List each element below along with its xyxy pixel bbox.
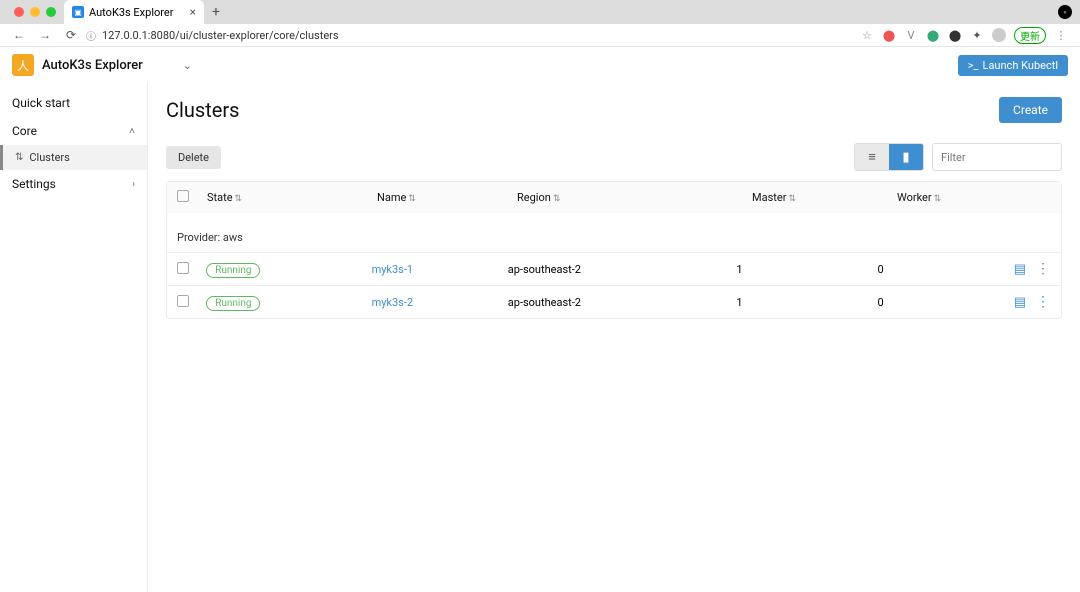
browser-chrome: ▣ AutoK3s Explorer × + ◦ ← → ⟳ ⓘ 127.0.0… xyxy=(0,0,1080,47)
extension-pocket-icon[interactable]: ⬤ xyxy=(948,28,962,42)
browser-toolbar: ← → ⟳ ⓘ 127.0.0.1:8080/ui/cluster-explor… xyxy=(0,24,1080,47)
table-header-row: State⇅ Name⇅ Region⇅ Master⇅ Worker⇅ xyxy=(167,182,1061,213)
browser-menu-icon[interactable]: ⋮ xyxy=(1054,28,1068,42)
row-checkbox[interactable] xyxy=(177,262,189,274)
sort-icon: ⇅ xyxy=(408,194,416,204)
main-content: Clusters Create Delete ≡ ▮ State⇅ Name⇅ … xyxy=(148,83,1080,592)
launch-kubectl-label: Launch Kubectl xyxy=(983,59,1058,72)
app-header: 人 AutoK3s Explorer ⌄ >_ Launch Kubectl xyxy=(0,47,1080,83)
group-label-prefix: Provider: xyxy=(177,231,223,244)
address-bar[interactable]: ⓘ 127.0.0.1:8080/ui/cluster-explorer/cor… xyxy=(86,28,856,43)
view-toggle: ≡ ▮ xyxy=(854,143,924,171)
sidebar-item-core[interactable]: Core ˄ xyxy=(0,117,147,145)
group-view-button[interactable]: ▮ xyxy=(889,144,923,170)
extension-icons: ☆ ⬤ V ⬤ ⬤ ✦ 更新 ⋮ xyxy=(860,27,1072,44)
clusters-table: State⇅ Name⇅ Region⇅ Master⇅ Worker⇅ Pro… xyxy=(166,181,1062,319)
sidebar-item-settings[interactable]: Settings › xyxy=(0,170,147,198)
tab-title: AutoK3s Explorer xyxy=(89,6,173,19)
row-menu-icon[interactable]: ⋮ xyxy=(1036,261,1051,277)
app-title: AutoK3s Explorer xyxy=(42,58,143,73)
toolbar: Delete ≡ ▮ xyxy=(166,143,1062,171)
select-all-checkbox[interactable] xyxy=(177,190,189,202)
browser-badge-icon[interactable]: ◦ xyxy=(1058,5,1072,19)
back-button[interactable]: ← xyxy=(8,26,30,44)
window-minimize-icon[interactable] xyxy=(30,7,40,17)
column-header-region[interactable]: Region⇅ xyxy=(517,191,752,204)
adjust-icon: ⇅ xyxy=(15,152,23,163)
folder-icon: ▮ xyxy=(902,150,909,165)
profile-avatar-icon[interactable] xyxy=(992,28,1006,42)
filter-input[interactable] xyxy=(932,143,1062,171)
region-cell: ap-southeast-2 xyxy=(508,296,581,309)
state-badge: Running xyxy=(206,296,260,311)
list-view-button[interactable]: ≡ xyxy=(855,144,889,170)
table-row: Running myk3s-2 ap-southeast-2 1 0 ▤ ⋮ xyxy=(167,285,1061,318)
row-menu-icon[interactable]: ⋮ xyxy=(1036,294,1051,310)
window-maximize-icon[interactable] xyxy=(46,7,56,17)
sidebar-item-clusters[interactable]: ⇅ Clusters xyxy=(0,145,147,170)
column-header-name[interactable]: Name⇅ xyxy=(377,191,517,204)
worker-cell: 0 xyxy=(878,263,884,276)
sidebar-item-label: Clusters xyxy=(29,151,69,164)
delete-button[interactable]: Delete xyxy=(166,146,221,169)
forward-button[interactable]: → xyxy=(34,26,56,44)
sidebar-item-label: Settings xyxy=(12,177,56,191)
extension-adblock-icon[interactable]: ⬤ xyxy=(882,28,896,42)
region-cell: ap-southeast-2 xyxy=(508,263,581,276)
tab-strip: ▣ AutoK3s Explorer × + ◦ xyxy=(0,0,1080,24)
explorer-icon[interactable]: ▤ xyxy=(1014,262,1026,277)
sidebar-item-label: Quick start xyxy=(12,96,70,110)
column-header-master[interactable]: Master⇅ xyxy=(752,191,897,204)
group-header: Provider: aws xyxy=(167,213,1061,252)
window-controls xyxy=(6,7,64,17)
site-info-icon[interactable]: ⓘ xyxy=(86,28,96,43)
extension-chat-icon[interactable]: ⬤ xyxy=(926,28,940,42)
sort-icon: ⇅ xyxy=(553,194,561,204)
cluster-name-link[interactable]: myk3s-1 xyxy=(372,263,414,276)
column-header-state[interactable]: State⇅ xyxy=(207,191,377,204)
terminal-icon: >_ xyxy=(968,59,979,72)
chevron-right-icon: › xyxy=(132,179,135,190)
row-checkbox[interactable] xyxy=(177,295,189,307)
tab-close-icon[interactable]: × xyxy=(190,5,196,19)
browser-update-button[interactable]: 更新 xyxy=(1014,27,1046,44)
list-icon: ≡ xyxy=(868,149,876,165)
sort-icon: ⇅ xyxy=(788,194,796,204)
window-close-icon[interactable] xyxy=(14,7,24,17)
app-switcher-chevron-icon[interactable]: ⌄ xyxy=(183,59,192,72)
extensions-puzzle-icon[interactable]: ✦ xyxy=(970,28,984,42)
master-cell: 1 xyxy=(736,296,742,309)
sidebar-item-quickstart[interactable]: Quick start xyxy=(0,89,147,117)
chevron-up-icon: ˄ xyxy=(129,126,135,137)
reload-button[interactable]: ⟳ xyxy=(60,26,82,44)
table-row: Running myk3s-1 ap-southeast-2 1 0 ▤ ⋮ xyxy=(167,252,1061,285)
create-button[interactable]: Create xyxy=(999,97,1062,123)
new-tab-button[interactable]: + xyxy=(204,4,228,20)
state-badge: Running xyxy=(206,263,260,278)
sort-icon: ⇅ xyxy=(235,194,243,204)
extension-vimium-icon[interactable]: V xyxy=(904,28,918,42)
launch-kubectl-button[interactable]: >_ Launch Kubectl xyxy=(958,55,1068,76)
sidebar: Quick start Core ˄ ⇅ Clusters Settings › xyxy=(0,83,148,592)
column-header-worker[interactable]: Worker⇅ xyxy=(897,191,1037,204)
master-cell: 1 xyxy=(736,263,742,276)
page-title: Clusters xyxy=(166,98,239,122)
tab-favicon-icon: ▣ xyxy=(72,6,84,18)
sidebar-item-label: Core xyxy=(12,124,37,138)
explorer-icon[interactable]: ▤ xyxy=(1014,295,1026,310)
url-text: 127.0.0.1:8080/ui/cluster-explorer/core/… xyxy=(102,29,339,42)
worker-cell: 0 xyxy=(878,296,884,309)
cluster-name-link[interactable]: myk3s-2 xyxy=(372,296,414,309)
sort-icon: ⇅ xyxy=(934,194,942,204)
bookmark-star-icon[interactable]: ☆ xyxy=(860,28,874,42)
browser-tab[interactable]: ▣ AutoK3s Explorer × xyxy=(64,0,204,24)
group-value: aws xyxy=(223,231,243,244)
app-logo-icon: 人 xyxy=(12,54,34,76)
